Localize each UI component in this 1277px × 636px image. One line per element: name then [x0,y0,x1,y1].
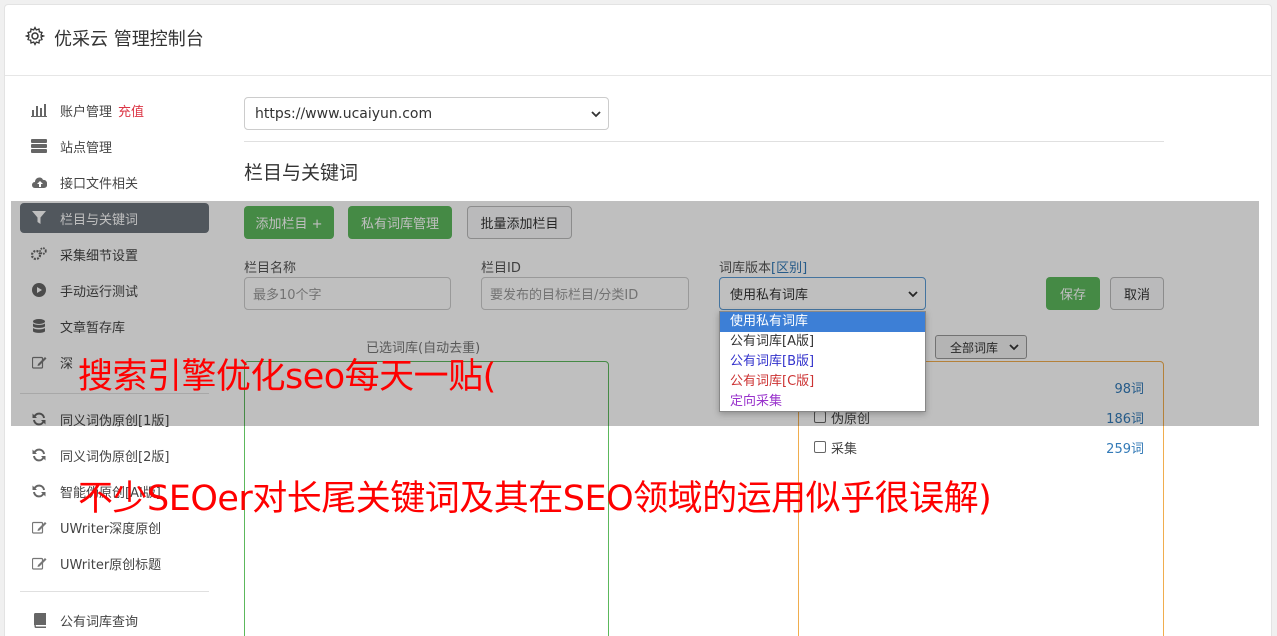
divider [244,141,1164,142]
server-icon [31,138,47,154]
console-header: 优采云 管理控制台 [5,5,1271,76]
chart-icon [31,102,47,118]
dropdown-option-public-c[interactable]: 公有词库[C版] [720,372,925,392]
watermark-line-1: 搜索引擎优化seo每天一贴( [78,357,496,397]
sidebar-item-account[interactable]: 账户管理 充值 [20,95,209,125]
sidebar-item-label: 接口文件相关 [60,176,139,192]
dropdown-option-public-b[interactable]: 公有词库[B版] [720,352,925,372]
site-select-value: https://www.ucaiyun.com [255,105,433,122]
book-icon [31,612,47,628]
sidebar-item-label: 公有词库查询 [60,614,139,630]
edit-icon [31,519,47,535]
watermark-line-2: 不少SEOer对长尾关键词及其在SEO领域的运用似乎很误解) [78,479,992,519]
refresh-icon [31,483,47,499]
recharge-link[interactable]: 充值 [118,101,144,120]
sidebar-item-sites[interactable]: 站点管理 [20,131,209,161]
page-title: 优采云 管理控制台 [54,29,204,50]
library-count: 259词 [1106,441,1144,457]
sidebar-item-label: 站点管理 [60,140,113,156]
dropdown-option-targeted[interactable]: 定向采集 [720,392,925,412]
dropdown-option-public-a[interactable]: 公有词库[A版] [720,332,925,352]
site-select[interactable]: https://www.ucaiyun.com [244,97,609,130]
refresh-icon [31,447,47,463]
list-item[interactable]: 采集 259词 [814,437,1144,457]
gear-icon [25,26,45,46]
sidebar-item-interface-files[interactable]: 接口文件相关 [20,167,209,197]
sidebar-item-label: 账户管理 [60,104,113,120]
sidebar-divider [20,591,209,592]
library-name: 采集 [831,441,858,457]
edit-icon [31,555,47,571]
chevron-down-icon [591,110,601,117]
sidebar-item-synonym-v2[interactable]: 同义词伪原创[2版] [20,440,209,470]
sidebar-item-label: 同义词伪原创[2版] [60,449,170,465]
cloud-upload-icon [31,174,47,190]
sidebar-item-label: UWriter原创标题 [60,557,162,573]
sidebar-item-public-lib-query[interactable]: 公有词库查询 [20,605,209,635]
dropdown-option-private[interactable]: 使用私有词库 [720,312,925,332]
sidebar-item-uwriter-title[interactable]: UWriter原创标题 [20,548,209,578]
library-version-dropdown[interactable]: 使用私有词库 公有词库[A版] 公有词库[B版] 公有词库[C版] 定向采集 [719,311,926,412]
section-title: 栏目与关键词 [244,162,359,184]
library-checkbox[interactable] [814,441,826,453]
